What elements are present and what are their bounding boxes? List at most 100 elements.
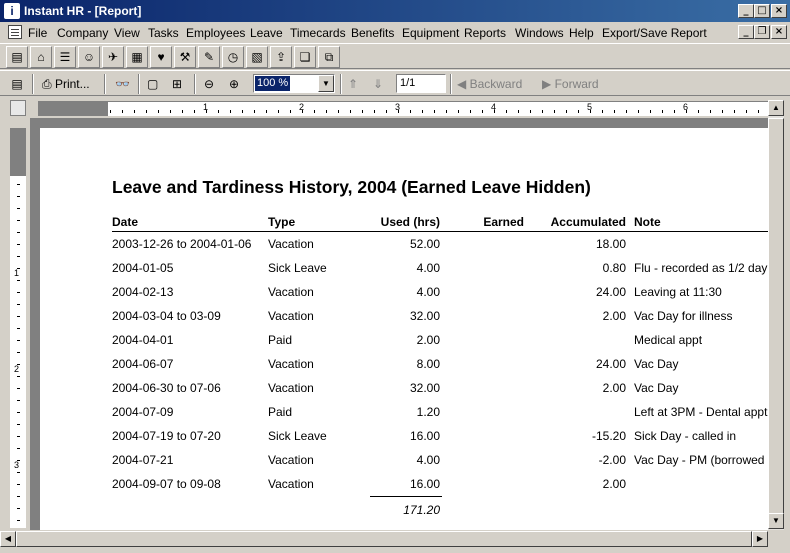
ruler-tick — [146, 110, 147, 113]
chevron-down-icon[interactable]: ▼ — [318, 75, 334, 92]
menu-export-save-report[interactable]: Export/Save Report — [602, 26, 707, 40]
tree-toggle-icon[interactable]: ▤ — [8, 74, 26, 94]
ruler-tick — [338, 110, 339, 113]
scroll-thumb[interactable] — [16, 531, 752, 547]
menu-leave[interactable]: Leave — [250, 26, 283, 40]
separator — [32, 74, 34, 94]
ruler-number: 2 — [14, 364, 20, 374]
horizontal-scrollbar[interactable]: ◀ ▶ — [0, 531, 768, 547]
vertical-ruler: 1 2 3 — [10, 128, 26, 528]
ruler-tick — [17, 328, 20, 329]
first-page-icon[interactable]: ⇑ — [348, 74, 358, 94]
scroll-left-button[interactable]: ◀ — [0, 531, 16, 547]
cell-date: 2004-06-07 — [112, 357, 174, 371]
scroll-down-button[interactable]: ▼ — [768, 513, 784, 529]
menu-employees[interactable]: Employees — [186, 26, 245, 40]
header-date: Date — [112, 215, 139, 229]
scroll-thumb[interactable] — [768, 118, 784, 526]
ruler-tick — [17, 244, 20, 245]
export-icon[interactable]: ⇪ — [270, 46, 292, 68]
menu-benefits[interactable]: Benefits — [351, 26, 394, 40]
print-label: Print... — [54, 77, 90, 91]
cell-used: 16.00 — [409, 477, 440, 491]
binoculars-icon[interactable]: 👓 — [115, 74, 130, 94]
multi-page-icon[interactable]: ⊞ — [172, 74, 182, 94]
benefits-icon[interactable]: ♥ — [150, 46, 172, 68]
vertical-scrollbar[interactable]: ▲ ▼ — [768, 100, 784, 530]
separator — [194, 74, 196, 94]
window-icon[interactable]: ⧉ — [318, 46, 340, 68]
ruler-tick — [350, 110, 351, 113]
document-icon[interactable] — [8, 25, 22, 39]
backward-button[interactable]: ◀ Backward — [457, 74, 522, 94]
tasks-icon[interactable]: ☰ — [54, 46, 76, 68]
menu-company[interactable]: Company — [57, 26, 108, 40]
child-close-button[interactable]: × — [771, 25, 787, 39]
cell-date: 2004-07-19 to 07-20 — [112, 429, 221, 443]
ruler-tick — [578, 110, 579, 113]
next-page-icon[interactable]: ⇓ — [373, 74, 383, 94]
maximize-button[interactable]: □ — [754, 4, 770, 18]
notes-icon[interactable]: ✎ — [198, 46, 220, 68]
document-icon[interactable]: ▤ — [6, 46, 28, 68]
child-minimize-button[interactable]: _ — [738, 25, 754, 39]
employees-icon[interactable]: ☺ — [78, 46, 100, 68]
menu-equipment[interactable]: Equipment — [402, 26, 459, 40]
equipment-icon[interactable]: ⚒ — [174, 46, 196, 68]
menu-windows[interactable]: Windows — [515, 26, 564, 40]
ruler-tick — [662, 110, 663, 113]
cell-date: 2004-01-05 — [112, 261, 174, 275]
minimize-button[interactable]: _ — [738, 4, 754, 18]
reports-icon[interactable]: ▧ — [246, 46, 268, 68]
cell-type: Sick Leave — [268, 261, 327, 275]
total-rule — [370, 496, 442, 497]
menu-timecards[interactable]: Timecards — [290, 26, 346, 40]
menu-file[interactable]: File — [28, 26, 47, 40]
leave-icon[interactable]: ✈ — [102, 46, 124, 68]
timecards-icon[interactable]: ▦ — [126, 46, 148, 68]
zoom-select[interactable]: 100 % ▼ — [253, 74, 335, 93]
header-rule — [112, 231, 768, 232]
ruler-tick — [17, 208, 20, 209]
clock-icon[interactable]: ◷ — [222, 46, 244, 68]
header-note: Note — [634, 215, 661, 229]
ruler-number: 3 — [395, 102, 401, 112]
zoom-in-icon[interactable]: ⊕ — [229, 74, 239, 94]
separator — [340, 74, 342, 94]
company-icon[interactable]: ⌂ — [30, 46, 52, 68]
scroll-right-button[interactable]: ▶ — [752, 531, 768, 547]
single-page-icon[interactable]: ▢ — [147, 74, 158, 94]
child-restore-button[interactable]: ❐ — [754, 25, 770, 39]
cell-note: Vac Day - PM (borrowed — [634, 453, 765, 467]
menu-reports[interactable]: Reports — [464, 26, 506, 40]
ruler-number: 5 — [587, 102, 593, 112]
menu-tasks[interactable]: Tasks — [148, 26, 179, 40]
page-number-input[interactable]: 1/1 — [396, 74, 446, 93]
cell-accumulated: 2.00 — [602, 309, 626, 323]
ruler-tick — [698, 110, 699, 113]
print-button[interactable]: ⎙ Print... — [42, 74, 90, 94]
cell-note: Vac Day — [634, 381, 679, 395]
ruler-tick — [482, 110, 483, 113]
cell-date: 2004-09-07 to 09-08 — [112, 477, 221, 491]
open-folder-icon[interactable]: ❏ — [294, 46, 316, 68]
app-icon[interactable]: i — [4, 3, 20, 19]
cell-used: 52.00 — [409, 237, 440, 251]
cell-type: Vacation — [268, 381, 314, 395]
cell-type: Vacation — [268, 285, 314, 299]
scroll-up-button[interactable]: ▲ — [768, 100, 784, 116]
forward-button[interactable]: ▶ Forward — [542, 74, 599, 94]
close-button[interactable]: × — [771, 4, 787, 18]
ruler-tick — [650, 110, 651, 113]
ruler-tick — [17, 388, 20, 389]
ruler-tick — [386, 110, 387, 113]
menu-help[interactable]: Help — [569, 26, 594, 40]
ruler-tick — [17, 184, 20, 185]
zoom-out-icon[interactable]: ⊖ — [204, 74, 214, 94]
ruler-tick — [326, 110, 327, 113]
menu-view[interactable]: View — [114, 26, 140, 40]
ruler-tick — [158, 110, 159, 113]
scrollbar-corner — [768, 531, 784, 547]
ruler-tick — [530, 110, 531, 113]
ruler-tick — [218, 110, 219, 113]
